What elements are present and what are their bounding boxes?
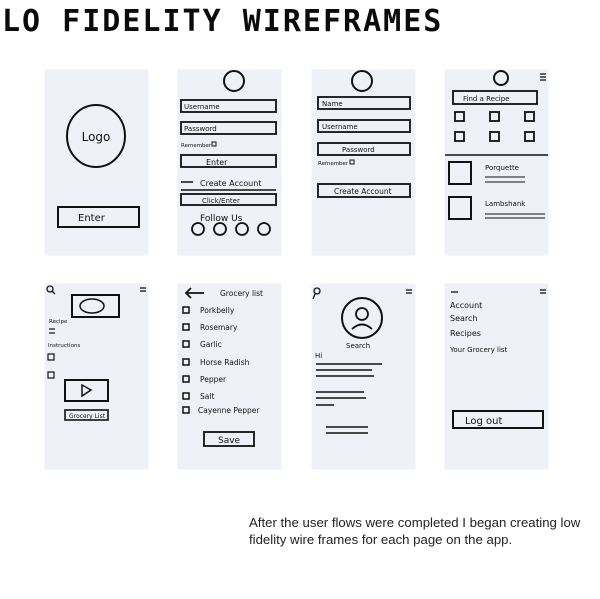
- save-button-label: Save: [218, 436, 241, 446]
- remember-label: Remember: [181, 143, 212, 149]
- name-label: Name: [322, 100, 343, 108]
- search-icon[interactable]: [46, 285, 56, 295]
- hamburger-menu-icon[interactable]: [540, 73, 546, 81]
- checkbox-icon[interactable]: [211, 141, 217, 147]
- social-icon[interactable]: [191, 222, 205, 236]
- menu-item-account[interactable]: Account: [450, 301, 482, 310]
- grocery-title: Grocery list: [220, 289, 263, 298]
- recipe-title[interactable]: Lambshank: [485, 200, 526, 208]
- svg-text:Garlic: Garlic: [200, 340, 222, 349]
- checkbox-icon[interactable]: [182, 392, 190, 400]
- step-checkbox[interactable]: [47, 353, 55, 361]
- list-item[interactable]: Cayenne Pepper: [182, 406, 260, 415]
- checkbox-icon[interactable]: [182, 323, 190, 331]
- recipe-thumbnail[interactable]: [448, 196, 472, 220]
- play-icon[interactable]: [81, 383, 93, 398]
- enter-button-label: Enter: [78, 213, 106, 224]
- remember-label: Remember: [318, 161, 349, 167]
- recipe-label: Recipe: [49, 319, 68, 325]
- svg-text:Rosemary: Rosemary: [200, 323, 238, 332]
- wireframe-home: Find a Recipe Porquette Lambshank: [445, 70, 548, 255]
- menu-item-recipes[interactable]: Recipes: [450, 329, 481, 338]
- password-label: Password: [184, 125, 217, 133]
- svg-text:Porkbelly: Porkbelly: [200, 306, 235, 315]
- search-label[interactable]: Search: [346, 342, 370, 350]
- list-item[interactable]: Garlic: [182, 340, 222, 349]
- wireframe-recipe: Recipe Instructions Grocery List: [45, 284, 148, 469]
- hamburger-menu-icon[interactable]: [406, 289, 412, 294]
- search-label: Find a Recipe: [463, 95, 509, 103]
- checkbox-icon[interactable]: [182, 306, 190, 314]
- wireframe-menu: Account Search Recipes Your Grocery list…: [445, 284, 548, 469]
- instructions-label: Instructions: [48, 343, 80, 349]
- wireframe-splash: Logo Enter: [45, 70, 148, 255]
- menu-item-grocery[interactable]: Your Grocery list: [449, 346, 508, 354]
- page-title: LO FIDELITY WIREFRAMES: [2, 4, 444, 39]
- logo-circle: [493, 70, 509, 86]
- svg-text:Salt: Salt: [200, 392, 214, 401]
- recipe-title[interactable]: Porquette: [485, 164, 519, 172]
- checkbox-icon[interactable]: [182, 406, 190, 414]
- wireframe-grocery: Grocery list Porkbelly Rosemary Garlic H…: [178, 284, 281, 469]
- checkbox-icon[interactable]: [349, 159, 355, 165]
- checkbox-icon[interactable]: [182, 358, 190, 366]
- grocery-list-button-label: Grocery List: [69, 413, 106, 420]
- enter-button[interactable]: [180, 154, 277, 168]
- create-account-link[interactable]: Create Account: [200, 179, 261, 188]
- recipe-image: [71, 294, 120, 318]
- menu-item-search[interactable]: Search: [450, 314, 477, 323]
- logo-circle: [351, 70, 373, 92]
- social-icon[interactable]: [213, 222, 227, 236]
- wireframe-login: Username Password Remember Enter Create …: [178, 70, 281, 255]
- recipe-thumbnail[interactable]: [448, 161, 472, 185]
- list-item[interactable]: Rosemary: [182, 323, 238, 332]
- click-enter-label: Click/Enter: [202, 197, 240, 205]
- checkbox-icon[interactable]: [182, 340, 190, 348]
- list-item[interactable]: Porkbelly: [182, 306, 235, 315]
- password-label: Password: [342, 146, 375, 154]
- avatar-icon[interactable]: [341, 297, 383, 339]
- step-checkbox[interactable]: [47, 371, 55, 379]
- svg-text:Horse Radish: Horse Radish: [200, 358, 250, 367]
- back-arrow-icon[interactable]: [184, 287, 204, 299]
- video-player[interactable]: [64, 379, 109, 402]
- category-grid[interactable]: [454, 111, 535, 142]
- close-icon[interactable]: [540, 289, 546, 294]
- hamburger-menu-icon[interactable]: [140, 287, 146, 292]
- wireframe-profile: Search Hi: [312, 284, 415, 469]
- enter-button-label: Enter: [206, 158, 228, 167]
- greeting-label: Hi: [315, 352, 322, 360]
- list-item[interactable]: Pepper: [182, 375, 227, 384]
- logo-circle: [223, 70, 245, 92]
- create-account-label: Create Account: [334, 187, 392, 196]
- search-icon[interactable]: [312, 287, 321, 300]
- wireframe-signup: Name Username Password Remember Create A…: [312, 70, 415, 255]
- checkbox-icon[interactable]: [182, 375, 190, 383]
- username-label: Username: [184, 103, 220, 111]
- social-icon[interactable]: [257, 222, 271, 236]
- list-item[interactable]: Salt: [182, 392, 214, 401]
- social-icon[interactable]: [235, 222, 249, 236]
- logout-button-label: Log out: [465, 416, 502, 427]
- content-lines: [316, 363, 382, 434]
- svg-text:Cayenne Pepper: Cayenne Pepper: [198, 406, 260, 415]
- username-label: Username: [322, 123, 358, 131]
- list-item[interactable]: Horse Radish: [182, 358, 250, 367]
- description-text: After the user flows were completed I be…: [249, 515, 581, 547]
- svg-text:Pepper: Pepper: [200, 375, 227, 384]
- logo-text: Logo: [82, 130, 111, 144]
